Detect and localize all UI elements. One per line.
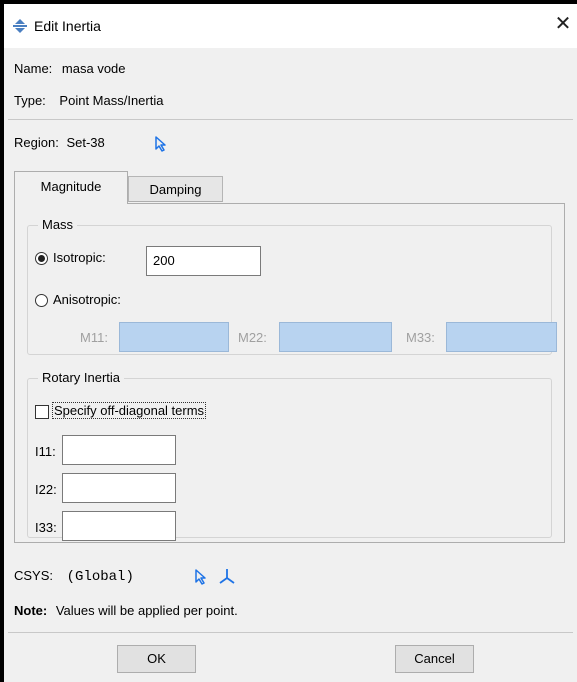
- m33-input[interactable]: [446, 322, 557, 352]
- i22-input[interactable]: [62, 473, 176, 503]
- tab-magnitude-label: Magnitude: [40, 179, 102, 194]
- type-label: Type:: [14, 93, 46, 108]
- tab-damping-label: Damping: [149, 182, 202, 197]
- tab-magnitude[interactable]: Magnitude: [14, 171, 128, 204]
- mass-group: Mass Isotropic: 200 Anisotropic: M11: M2…: [27, 217, 557, 355]
- isotropic-radio[interactable]: [35, 252, 48, 265]
- type-row: Type: Point Mass/Inertia: [14, 93, 163, 108]
- i11-label: I11:: [35, 444, 56, 459]
- anisotropic-label: Anisotropic:: [53, 292, 121, 307]
- rotary-inertia-group: Rotary Inertia Specify off-diagonal term…: [27, 370, 552, 541]
- title-bar: Edit Inertia ✕: [4, 4, 577, 48]
- name-row: Name: masa vode: [14, 61, 126, 76]
- ok-button[interactable]: OK: [117, 645, 196, 673]
- region-label: Region:: [14, 135, 59, 150]
- name-label: Name:: [14, 61, 53, 76]
- csys-value: (Global): [66, 569, 134, 585]
- separator: [8, 119, 573, 120]
- close-button[interactable]: ✕: [551, 12, 575, 36]
- radio-selected-dot: [38, 255, 45, 262]
- note-text: Values will be applied per point.: [55, 603, 238, 618]
- anisotropic-radio[interactable]: [35, 294, 48, 307]
- window-title: Edit Inertia: [34, 18, 101, 34]
- i33-label: I33:: [35, 520, 57, 535]
- note-label: Note:: [14, 603, 48, 618]
- i33-input[interactable]: [62, 511, 176, 541]
- isotropic-mass-input[interactable]: 200: [146, 246, 261, 276]
- separator: [8, 632, 573, 633]
- magnitude-panel: Mass Isotropic: 200 Anisotropic: M11: M2…: [14, 203, 565, 543]
- m22-input[interactable]: [279, 322, 392, 352]
- note-row: Note: Values will be applied per point.: [14, 603, 238, 618]
- mass-legend: Mass: [38, 217, 78, 232]
- select-region-icon[interactable]: [154, 136, 168, 152]
- i11-input[interactable]: [62, 435, 176, 465]
- region-row: Region: Set-38: [14, 135, 105, 150]
- select-csys-icon[interactable]: [194, 569, 208, 585]
- i22-label: I22:: [35, 482, 57, 497]
- isotropic-label: Isotropic:: [53, 250, 106, 265]
- create-csys-icon[interactable]: [218, 567, 236, 585]
- m33-label: M33:: [406, 330, 435, 345]
- type-value: Point Mass/Inertia: [59, 93, 164, 108]
- m11-label: M11:: [80, 330, 108, 345]
- m22-label: M22:: [238, 330, 267, 345]
- csys-row: CSYS: (Global): [14, 568, 134, 585]
- m11-input[interactable]: [119, 322, 229, 352]
- tab-damping[interactable]: Damping: [128, 176, 223, 202]
- rotary-inertia-legend: Rotary Inertia: [38, 370, 125, 385]
- name-value: masa vode: [61, 61, 126, 76]
- cancel-button[interactable]: Cancel: [395, 645, 474, 673]
- offdiag-checkbox[interactable]: [35, 405, 49, 419]
- region-value: Set-38: [66, 135, 105, 150]
- inertia-app-icon: [13, 19, 27, 33]
- offdiag-label[interactable]: Specify off-diagonal terms: [52, 402, 207, 419]
- close-icon: ✕: [554, 13, 572, 35]
- csys-label: CSYS:: [14, 568, 54, 583]
- edit-inertia-dialog: Edit Inertia ✕ Name: masa vode Type: Poi…: [4, 4, 577, 682]
